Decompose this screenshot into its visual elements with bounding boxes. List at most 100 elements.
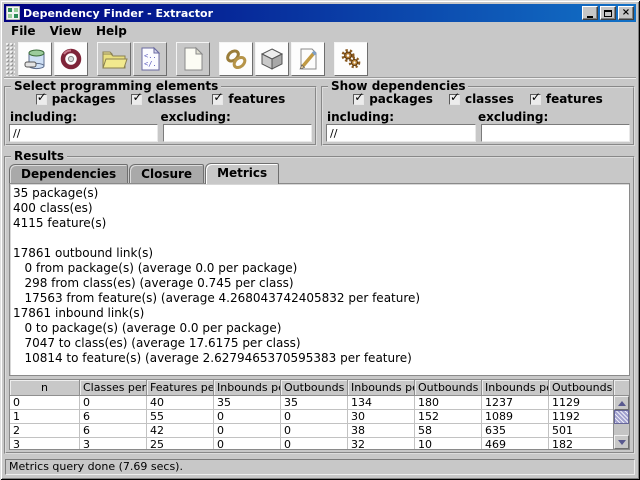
metrics-line: 298 from class(es) (average 0.745 per cl… bbox=[13, 276, 294, 290]
show-field-labels: including: excluding: bbox=[327, 110, 629, 124]
package-toolbar-button[interactable] bbox=[255, 41, 289, 76]
tab-dependencies[interactable]: Dependencies bbox=[9, 164, 129, 184]
xml-file-toolbar-button[interactable]: <.. </. bbox=[133, 41, 167, 76]
checkbox-label: features bbox=[545, 92, 603, 106]
scroll-up-button[interactable] bbox=[614, 396, 629, 410]
checkbox-icon: ✓ bbox=[131, 89, 143, 105]
show-dependencies-panel: Show dependencies ✓ packages ✓ classes ✓… bbox=[321, 79, 635, 146]
select-including-input[interactable] bbox=[9, 124, 158, 142]
show-fields bbox=[326, 124, 630, 142]
table-cell: 6 bbox=[80, 410, 147, 424]
xml-file-icon: <.. </. bbox=[141, 46, 161, 70]
checkbox-label: features bbox=[228, 92, 286, 106]
checkbox-label: packages bbox=[369, 92, 433, 106]
table-cell: 152 bbox=[415, 410, 482, 424]
show-classes-checkbox[interactable]: ✓ classes bbox=[448, 89, 514, 106]
toolbar-drag-handle[interactable] bbox=[5, 41, 15, 76]
select-packages-checkbox[interactable]: ✓ packages bbox=[35, 91, 115, 106]
table-cell: 58 bbox=[415, 424, 482, 438]
metrics-table-grid: n Classes per ... Features per ... Inbou… bbox=[10, 380, 613, 449]
menu-file[interactable]: File bbox=[4, 23, 43, 39]
show-dependencies-checkbox-row: ✓ packages ✓ classes ✓ features bbox=[323, 89, 633, 106]
scrollbar-track[interactable] bbox=[614, 424, 629, 435]
table-row[interactable]: 0 0 40 35 35 134 180 1237 1129 bbox=[10, 396, 613, 410]
edit-toolbar-button[interactable] bbox=[291, 41, 325, 76]
column-header: Inbounds per... bbox=[214, 380, 281, 396]
table-row[interactable]: 2 6 42 0 0 38 58 635 501 bbox=[10, 424, 613, 438]
table-row[interactable]: 3 3 25 0 0 32 10 469 182 bbox=[10, 438, 613, 449]
scroll-down-button[interactable] bbox=[614, 435, 629, 449]
metrics-line: 35 package(s) bbox=[13, 186, 99, 200]
table-cell: 10 bbox=[415, 438, 482, 449]
menu-view[interactable]: View bbox=[43, 23, 89, 39]
select-excluding-input[interactable] bbox=[163, 124, 312, 142]
table-cell: 25 bbox=[147, 438, 214, 449]
arrow-up-icon bbox=[617, 400, 626, 406]
column-header: n bbox=[10, 380, 80, 396]
gears-icon bbox=[341, 48, 361, 68]
table-cell: 180 bbox=[415, 396, 482, 410]
minimize-button[interactable] bbox=[582, 6, 598, 20]
svg-text:<..: <.. bbox=[144, 52, 157, 60]
gears-toolbar-button[interactable] bbox=[334, 41, 368, 76]
excluding-label: excluding: bbox=[478, 110, 549, 124]
metrics-text-area[interactable]: 35 package(s) 400 class(es) 4115 feature… bbox=[9, 183, 630, 376]
cd-icon bbox=[60, 48, 82, 69]
metrics-line: 17861 inbound link(s) bbox=[13, 306, 145, 320]
table-cell: 0 bbox=[214, 438, 281, 449]
metrics-line: 4115 feature(s) bbox=[13, 216, 107, 230]
scrollbar-thumb[interactable] bbox=[614, 410, 629, 424]
table-cell: 0 bbox=[281, 410, 348, 424]
metrics-line: 17563 from feature(s) (average 4.2680437… bbox=[13, 291, 421, 305]
select-field-labels: including: excluding: bbox=[10, 110, 311, 124]
select-classes-checkbox[interactable]: ✓ classes bbox=[131, 89, 197, 106]
table-cell: 635 bbox=[482, 424, 549, 438]
close-button[interactable]: × bbox=[618, 6, 634, 20]
column-header: Classes per ... bbox=[80, 380, 147, 396]
link-icon bbox=[226, 48, 247, 69]
select-elements-checkbox-row: ✓ packages ✓ classes ✓ features bbox=[6, 89, 315, 106]
toolbar: <.. </. bbox=[4, 40, 636, 78]
tab-metrics[interactable]: Metrics bbox=[205, 163, 280, 184]
new-file-toolbar-button[interactable] bbox=[176, 41, 210, 76]
table-cell: 0 bbox=[281, 438, 348, 449]
show-packages-checkbox[interactable]: ✓ packages bbox=[353, 91, 433, 106]
table-cell: 1129 bbox=[549, 396, 613, 410]
window-title: Dependency Finder - Extractor bbox=[23, 6, 214, 20]
metrics-line: 17861 outbound link(s) bbox=[13, 246, 154, 260]
table-cell: 469 bbox=[482, 438, 549, 449]
results-panel: Results Dependencies Closure Metrics 35 … bbox=[4, 149, 635, 454]
scrollbar-header-spacer bbox=[614, 380, 629, 396]
show-including-input[interactable] bbox=[326, 124, 476, 142]
show-dependencies-title: Show dependencies bbox=[328, 79, 469, 93]
tab-closure[interactable]: Closure bbox=[129, 164, 205, 184]
table-cell: 55 bbox=[147, 410, 214, 424]
maximize-button[interactable] bbox=[600, 6, 616, 20]
table-cell: 501 bbox=[549, 424, 613, 438]
checkbox-label: classes bbox=[147, 92, 197, 106]
checkbox-icon: ✓ bbox=[529, 89, 541, 105]
app-icon bbox=[6, 6, 20, 20]
metrics-line: 0 to package(s) (average 0.0 per package… bbox=[13, 321, 282, 335]
link-toolbar-button[interactable] bbox=[219, 41, 253, 76]
table-row[interactable]: 1 6 55 0 0 30 152 1089 1192 bbox=[10, 410, 613, 424]
table-cell: 40 bbox=[147, 396, 214, 410]
folder-toolbar-button[interactable] bbox=[97, 41, 131, 76]
close-icon: × bbox=[621, 6, 631, 18]
column-header: Outbounds p... bbox=[415, 380, 482, 396]
show-features-checkbox[interactable]: ✓ features bbox=[529, 89, 603, 106]
svg-text:</.: </. bbox=[144, 60, 157, 68]
table-cell: 30 bbox=[348, 410, 415, 424]
select-features-checkbox[interactable]: ✓ features bbox=[212, 91, 286, 106]
show-excluding-input[interactable] bbox=[480, 124, 630, 142]
table-cell: 38 bbox=[348, 424, 415, 438]
cd-toolbar-button[interactable] bbox=[54, 41, 88, 76]
checkbox-icon: ✓ bbox=[448, 89, 461, 105]
jar-toolbar-button[interactable] bbox=[18, 41, 52, 76]
maximize-icon bbox=[604, 9, 612, 17]
select-fields bbox=[9, 124, 312, 142]
column-header: Inbounds per... bbox=[348, 380, 415, 396]
menu-help[interactable]: Help bbox=[89, 23, 134, 39]
jar-icon bbox=[24, 49, 45, 69]
table-vertical-scrollbar[interactable] bbox=[613, 380, 629, 449]
